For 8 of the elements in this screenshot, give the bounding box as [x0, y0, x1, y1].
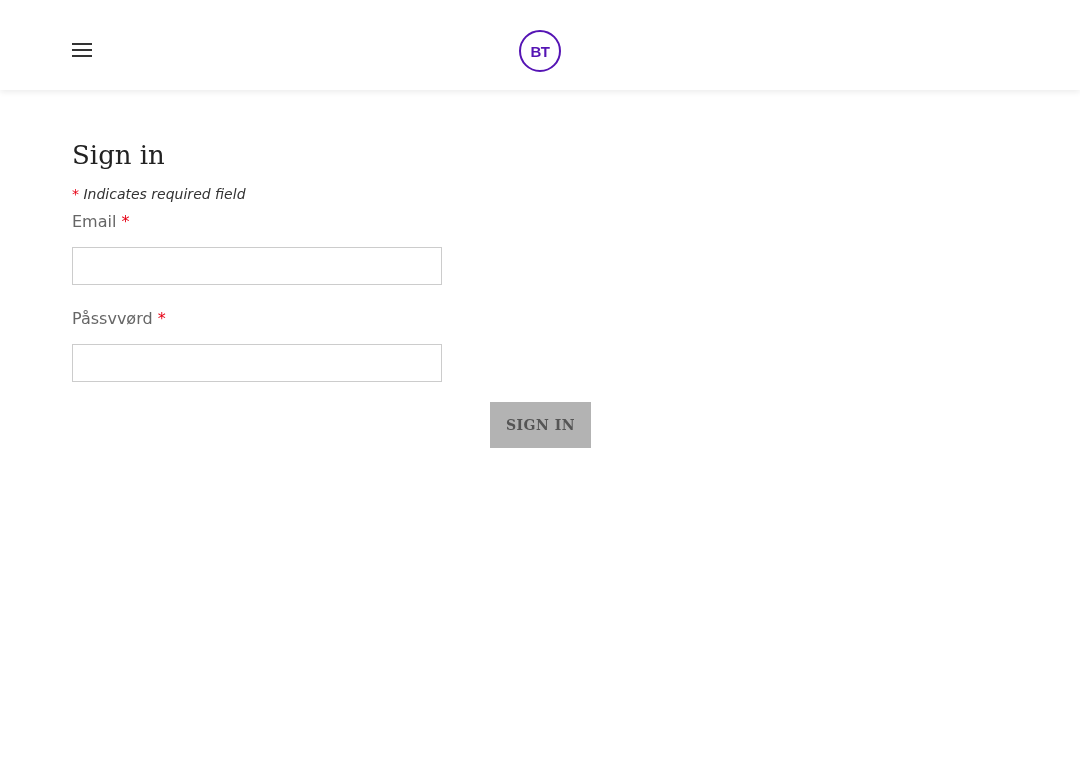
field-label: Email * [72, 212, 131, 231]
password-field[interactable] [72, 344, 442, 382]
menu-icon[interactable] [72, 43, 92, 57]
field-label: Påssvvørd * [72, 309, 167, 328]
page-title: Sign in [72, 140, 166, 170]
logo[interactable]: BT [519, 30, 561, 72]
email-field[interactable] [72, 247, 442, 285]
required-field-note: * Indicates required field [72, 186, 247, 202]
